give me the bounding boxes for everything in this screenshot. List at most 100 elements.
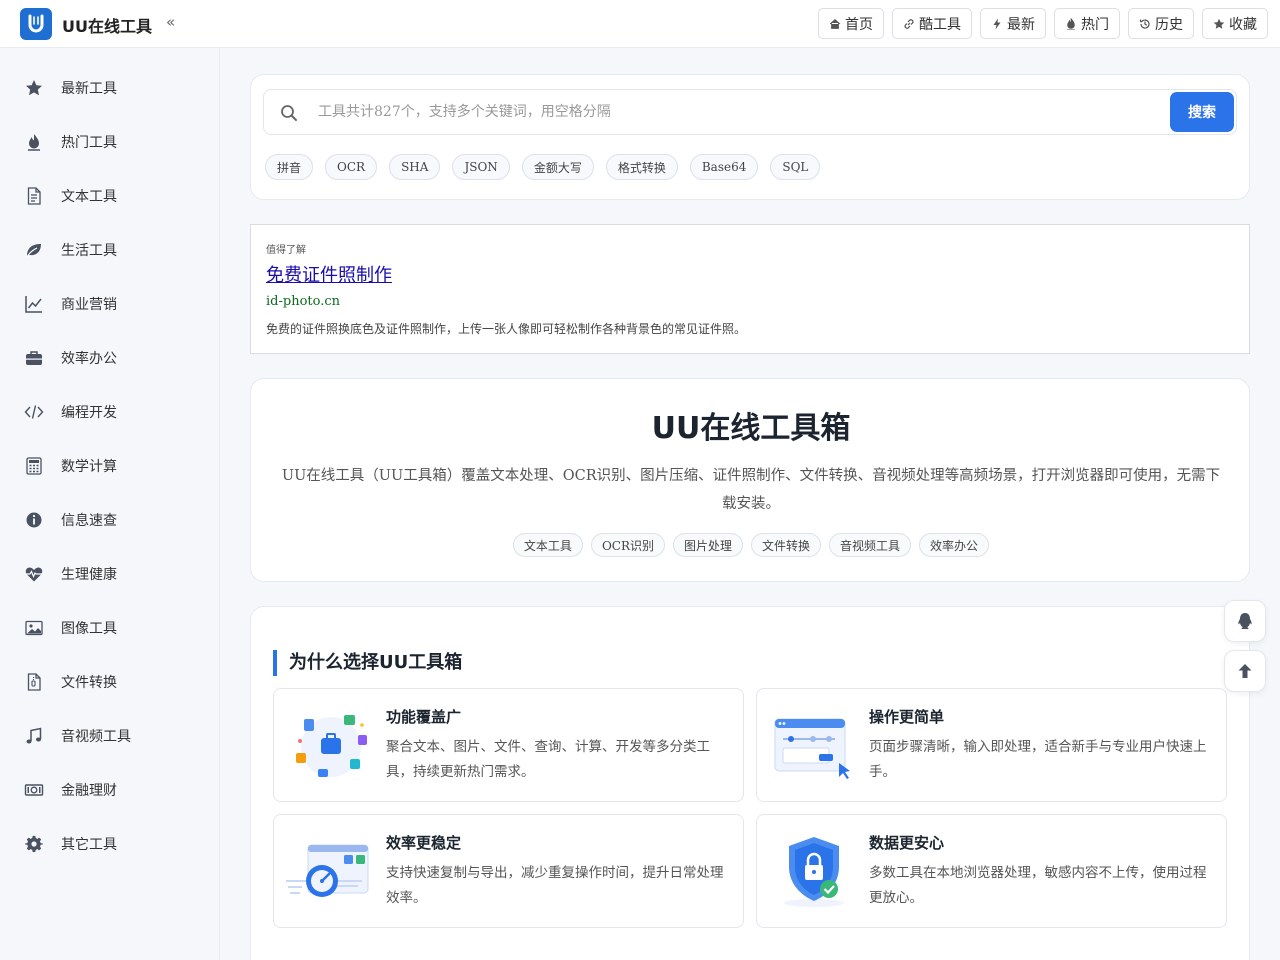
sidebar-item-life-tools[interactable]: 生活工具 <box>0 223 219 277</box>
category-tag[interactable]: 文本工具 <box>512 533 583 557</box>
sidebar-item-label: 效率办公 <box>61 351 117 367</box>
nav-history-button[interactable]: 历史 <box>1128 8 1194 39</box>
intro-description: UU在线工具（UU工具箱）覆盖文本处理、OCR识别、图片压缩、证件照制作、文件转… <box>281 468 1221 512</box>
speedometer-illustration-icon <box>286 844 369 897</box>
intro-tags: 文本工具 OCR识别 图片处理 文件转换 音视频工具 效率办公 <box>251 533 1251 557</box>
category-tag[interactable]: OCR识别 <box>590 533 665 557</box>
category-tag[interactable]: 图片处理 <box>673 533 744 557</box>
sidebar-item-finance[interactable]: 金融理财 <box>0 763 219 817</box>
nav-home-button[interactable]: 首页 <box>818 8 884 39</box>
sidebar-item-label: 图像工具 <box>61 621 117 637</box>
quick-tag[interactable]: 拼音 <box>265 154 314 180</box>
nav-home-label: 首页 <box>845 16 873 33</box>
sidebar-item-label: 最新工具 <box>61 81 117 97</box>
quick-tag[interactable]: SHA <box>389 154 441 180</box>
category-tag[interactable]: 效率办公 <box>919 533 990 557</box>
shield-lock-illustration-icon <box>784 837 844 907</box>
quick-tag[interactable]: 格式转换 <box>605 154 678 180</box>
ad-label: 值得了解 <box>266 245 306 256</box>
quick-tag[interactable]: OCR <box>325 154 378 180</box>
gear-icon <box>25 835 43 853</box>
fire-icon <box>28 134 40 151</box>
sidebar-item-label: 文件转换 <box>61 675 117 691</box>
sidebar-item-other-tools[interactable]: 其它工具 <box>0 817 219 871</box>
why-choose-panel: 为什么选择UU工具箱 功能覆盖广 聚合文本、图片、文件、查询、计算、开发等多分类… <box>250 606 1250 960</box>
quick-tag[interactable]: JSON <box>452 154 510 180</box>
quick-tag[interactable]: 金额大写 <box>521 154 594 180</box>
ad-title-link[interactable]: 免费证件照制作 <box>266 261 392 287</box>
sidebar-item-file-convert[interactable]: 文件转换 <box>0 655 219 709</box>
money-icon <box>24 784 44 796</box>
feature-title: 功能覆盖广 <box>386 708 462 726</box>
search-button[interactable]: 搜索 <box>1170 92 1234 132</box>
nav-hot-button[interactable]: 热门 <box>1054 8 1120 39</box>
nav-favorites-button[interactable]: 收藏 <box>1202 8 1268 39</box>
info-icon <box>26 512 42 528</box>
top-nav: 首页 酷工具 最新 热门 历史 收藏 <box>818 8 1268 39</box>
quick-tags: 拼音 OCR SHA JSON 金额大写 格式转换 Base64 SQL <box>265 154 821 180</box>
calculator-icon <box>26 457 42 475</box>
feature-description: 聚合文本、图片、文件、查询、计算、开发等多分类工具，持续更新热门需求。 <box>386 739 710 780</box>
intro-panel: UU在线工具箱 UU在线工具（UU工具箱）覆盖文本处理、OCR识别、图片压缩、证… <box>250 378 1250 582</box>
feature-description: 页面步骤清晰，输入即处理，适合新手与专业用户快速上手。 <box>869 739 1207 780</box>
sidebar-item-label: 其它工具 <box>61 837 117 853</box>
feature-title: 操作更简单 <box>869 708 945 726</box>
history-icon <box>1139 18 1150 29</box>
back-to-top-button[interactable] <box>1224 650 1266 692</box>
fire-icon <box>1067 17 1075 30</box>
feature-card-coverage: 功能覆盖广 聚合文本、图片、文件、查询、计算、开发等多分类工具，持续更新热门需求… <box>273 688 744 802</box>
logo-icon[interactable] <box>20 8 52 40</box>
sidebar-item-math[interactable]: 数学计算 <box>0 439 219 493</box>
browser-window-illustration-icon <box>774 718 850 779</box>
bolt-icon <box>993 18 1001 29</box>
feature-title: 数据更安心 <box>869 834 945 852</box>
briefcase-icon <box>26 351 42 365</box>
nav-latest-button[interactable]: 最新 <box>980 8 1046 39</box>
ad-url-link[interactable]: id-photo.cn <box>266 294 340 309</box>
category-tag[interactable]: 音视频工具 <box>829 533 912 557</box>
sidebar-item-text-tools[interactable]: 文本工具 <box>0 169 219 223</box>
sidebar-item-programming[interactable]: 编程开发 <box>0 385 219 439</box>
category-tag[interactable]: 文件转换 <box>751 533 822 557</box>
quick-tag[interactable]: Base64 <box>689 154 759 180</box>
brand-name[interactable]: UU在线工具 <box>62 13 152 37</box>
top-header: UU在线工具 « 首页 酷工具 最新 热门 历史 收藏 <box>0 0 1280 48</box>
search-box: 搜索 <box>263 89 1237 135</box>
nav-hot-label: 热门 <box>1081 16 1109 33</box>
nav-favorites-label: 收藏 <box>1229 16 1257 33</box>
sidebar-item-label: 文本工具 <box>61 189 117 205</box>
search-icon <box>281 105 297 121</box>
file-icon <box>27 673 41 691</box>
music-icon <box>26 727 42 744</box>
quick-tag[interactable]: SQL <box>770 154 821 180</box>
code-icon <box>24 405 44 419</box>
nav-latest-label: 最新 <box>1007 16 1035 33</box>
sidebar: 最新工具 热门工具 文本工具 生活工具 商业营销 效率办公 编程开发 数学计算 … <box>0 48 220 960</box>
qq-contact-button[interactable] <box>1224 600 1266 642</box>
feature-card-efficiency: 效率更稳定 支持快速复制与导出，减少重复操作时间，提升日常处理效率。 <box>273 814 744 928</box>
star-icon <box>1213 18 1225 29</box>
feature-description: 多数工具在本地浏览器处理，敏感内容不上传，使用过程更放心。 <box>869 865 1207 906</box>
sidebar-item-info-lookup[interactable]: 信息速查 <box>0 493 219 547</box>
sidebar-item-business-marketing[interactable]: 商业营销 <box>0 277 219 331</box>
home-icon <box>829 18 841 29</box>
feature-description: 支持快速复制与导出，减少重复操作时间，提升日常处理效率。 <box>386 865 724 906</box>
sidebar-item-hot-tools[interactable]: 热门工具 <box>0 115 219 169</box>
collapse-sidebar-button[interactable]: « <box>166 13 175 31</box>
page-title: UU在线工具箱 <box>651 411 851 446</box>
arrow-up-icon <box>1238 664 1252 678</box>
search-panel: 搜索 拼音 OCR SHA JSON 金额大写 格式转换 Base64 SQL <box>250 74 1250 200</box>
section-title: 为什么选择UU工具箱 <box>273 650 462 676</box>
search-input[interactable] <box>318 98 1158 126</box>
sidebar-item-latest-tools[interactable]: 最新工具 <box>0 61 219 115</box>
sidebar-item-label: 热门工具 <box>61 135 117 151</box>
nav-cool-tools-button[interactable]: 酷工具 <box>892 8 972 39</box>
sidebar-item-health[interactable]: 生理健康 <box>0 547 219 601</box>
sidebar-item-label: 生活工具 <box>61 243 117 259</box>
sidebar-item-image-tools[interactable]: 图像工具 <box>0 601 219 655</box>
qq-penguin-icon <box>1238 613 1252 629</box>
sidebar-item-office[interactable]: 效率办公 <box>0 331 219 385</box>
sidebar-item-label: 生理健康 <box>61 567 117 583</box>
sidebar-item-audio-video[interactable]: 音视频工具 <box>0 709 219 763</box>
feature-title: 效率更稳定 <box>386 834 462 852</box>
